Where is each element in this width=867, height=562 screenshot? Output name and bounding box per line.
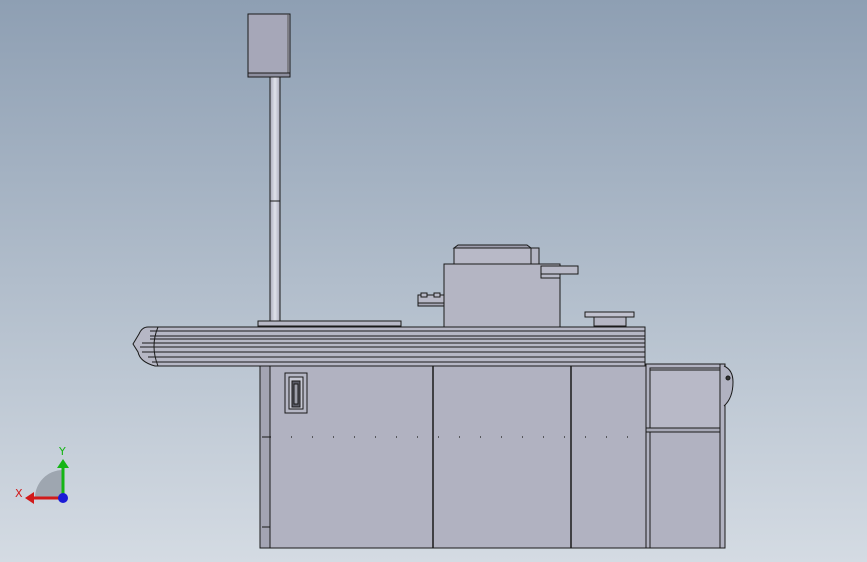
triad-y-label: Y xyxy=(58,445,66,458)
main-cabinet xyxy=(259,365,647,549)
cad-viewport[interactable]: Y X xyxy=(0,0,867,562)
triad-x-label: X xyxy=(15,487,23,500)
side-cabinet xyxy=(645,363,734,549)
signal-light-box xyxy=(247,13,291,78)
top-rail xyxy=(257,320,402,327)
power-switch[interactable] xyxy=(284,372,308,414)
triad-z-axis-icon xyxy=(58,493,68,503)
conveyor-belt xyxy=(132,326,646,367)
cad-canvas: Y X xyxy=(0,0,867,562)
signal-pole xyxy=(269,76,281,325)
